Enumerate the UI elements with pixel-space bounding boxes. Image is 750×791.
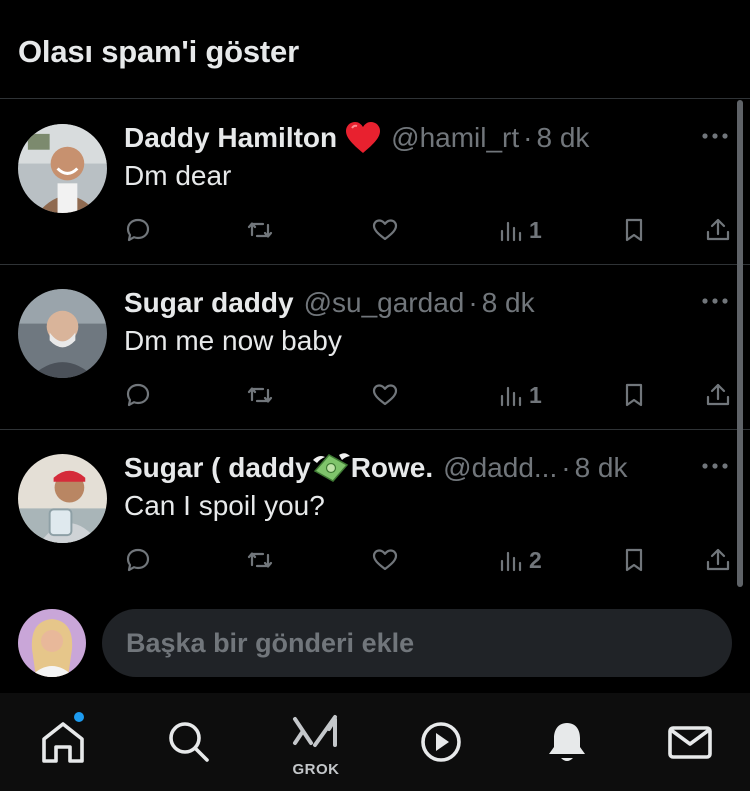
post-text: Can I spoil you? bbox=[124, 490, 325, 521]
grok-label: GROK bbox=[292, 761, 340, 778]
share-button[interactable] bbox=[704, 377, 732, 413]
home-icon bbox=[36, 715, 90, 769]
post-actions: 1 bbox=[124, 377, 736, 413]
like-button[interactable] bbox=[371, 212, 399, 248]
reply-button[interactable] bbox=[124, 542, 152, 578]
avatar[interactable] bbox=[18, 454, 107, 543]
user-handle[interactable]: @su_gardad bbox=[304, 287, 465, 319]
more-options-icon[interactable] bbox=[700, 456, 730, 476]
bar-chart-icon bbox=[497, 381, 525, 409]
like-button[interactable] bbox=[371, 542, 399, 578]
separator-dot: · bbox=[561, 452, 571, 483]
compose-bar: Başka bir gönderi ekle bbox=[0, 593, 750, 693]
bottom-tab-bar: GROK bbox=[0, 693, 750, 791]
scrollbar[interactable] bbox=[737, 100, 743, 587]
like-button[interactable] bbox=[371, 377, 399, 413]
share-icon bbox=[704, 546, 732, 574]
search-icon bbox=[162, 715, 216, 769]
notifications-tab[interactable] bbox=[540, 715, 594, 769]
grok-tab[interactable] bbox=[289, 709, 343, 763]
views-button[interactable]: 2 bbox=[497, 542, 542, 578]
add-post-input[interactable]: Başka bir gönderi ekle bbox=[102, 609, 732, 677]
views-count: 2 bbox=[529, 546, 542, 573]
separator-dot: · bbox=[468, 287, 478, 318]
more-options-icon[interactable] bbox=[700, 126, 730, 146]
reply-button[interactable] bbox=[124, 212, 152, 248]
add-post-placeholder: Başka bir gönderi ekle bbox=[126, 627, 415, 658]
post-actions: 2 bbox=[124, 542, 736, 578]
page-title: Olası spam'i göster bbox=[18, 34, 299, 69]
reply-icon bbox=[124, 546, 152, 574]
post[interactable]: Daddy Hamilton @hamil_rt · 8 dk Dm dear … bbox=[0, 100, 750, 265]
post-header: Sugar ( daddy Rowe. @dadd... · 8 dk bbox=[124, 451, 628, 485]
post-header: Sugar daddy @su_gardad · 8 dk bbox=[124, 286, 535, 320]
bookmark-icon bbox=[620, 381, 648, 409]
bookmark-button[interactable] bbox=[620, 212, 648, 248]
heart-icon bbox=[371, 216, 399, 244]
more-options-icon[interactable] bbox=[700, 291, 730, 311]
views-button[interactable]: 1 bbox=[497, 377, 542, 413]
post-text: Dm dear bbox=[124, 160, 232, 191]
repost-icon bbox=[246, 216, 274, 244]
display-name-part2[interactable]: Rowe. bbox=[351, 452, 433, 484]
messages-tab[interactable] bbox=[663, 715, 717, 769]
repost-button[interactable] bbox=[246, 212, 274, 248]
repost-icon bbox=[246, 546, 274, 574]
heart-emoji-icon bbox=[345, 121, 381, 155]
post-actions: 1 bbox=[124, 212, 736, 248]
share-button[interactable] bbox=[704, 212, 732, 248]
views-count: 1 bbox=[529, 381, 542, 408]
user-handle[interactable]: @dadd... bbox=[443, 452, 557, 484]
repost-icon bbox=[246, 381, 274, 409]
bookmark-icon bbox=[620, 546, 648, 574]
header: Olası spam'i göster bbox=[0, 0, 750, 99]
post-time[interactable]: 8 dk bbox=[575, 452, 628, 484]
bell-icon bbox=[540, 715, 594, 769]
bar-chart-icon bbox=[497, 546, 525, 574]
reply-icon bbox=[124, 381, 152, 409]
avatar[interactable] bbox=[18, 124, 107, 213]
display-name[interactable]: Sugar daddy bbox=[124, 287, 294, 319]
share-icon bbox=[704, 381, 732, 409]
display-name[interactable]: Daddy Hamilton bbox=[124, 122, 337, 154]
post-header: Daddy Hamilton @hamil_rt · 8 dk bbox=[124, 121, 589, 155]
reply-icon bbox=[124, 216, 152, 244]
grok-icon bbox=[289, 709, 343, 763]
heart-icon bbox=[371, 546, 399, 574]
bookmark-button[interactable] bbox=[620, 542, 648, 578]
share-button[interactable] bbox=[704, 542, 732, 578]
post[interactable]: Sugar ( daddy Rowe. @dadd... · 8 dk Can … bbox=[0, 430, 750, 595]
search-tab[interactable] bbox=[162, 715, 216, 769]
display-name-part1[interactable]: Sugar ( daddy bbox=[124, 452, 311, 484]
video-tab[interactable] bbox=[414, 715, 468, 769]
separator-dot: · bbox=[523, 122, 533, 153]
repost-button[interactable] bbox=[246, 377, 274, 413]
bar-chart-icon bbox=[497, 216, 525, 244]
post-time[interactable]: 8 dk bbox=[536, 122, 589, 154]
video-icon bbox=[414, 715, 468, 769]
post-time[interactable]: 8 dk bbox=[482, 287, 535, 319]
repost-button[interactable] bbox=[246, 542, 274, 578]
post-text: Dm me now baby bbox=[124, 325, 342, 356]
heart-icon bbox=[371, 381, 399, 409]
avatar[interactable] bbox=[18, 609, 86, 677]
user-handle[interactable]: @hamil_rt bbox=[391, 122, 519, 154]
views-button[interactable]: 1 bbox=[497, 212, 542, 248]
home-tab[interactable] bbox=[36, 715, 90, 769]
views-count: 1 bbox=[529, 216, 542, 243]
share-icon bbox=[704, 216, 732, 244]
bookmark-button[interactable] bbox=[620, 377, 648, 413]
notification-dot bbox=[74, 712, 84, 722]
bookmark-icon bbox=[620, 216, 648, 244]
post[interactable]: Sugar daddy @su_gardad · 8 dk Dm me now … bbox=[0, 265, 750, 430]
reply-button[interactable] bbox=[124, 377, 152, 413]
avatar[interactable] bbox=[18, 289, 107, 378]
money-with-wings-icon bbox=[311, 451, 351, 485]
mail-icon bbox=[663, 715, 717, 769]
